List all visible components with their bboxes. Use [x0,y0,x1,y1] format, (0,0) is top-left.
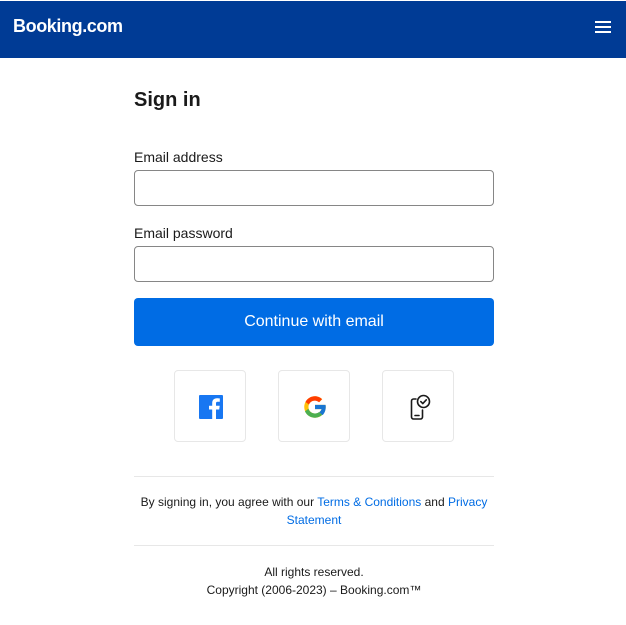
password-field[interactable] [134,246,494,282]
page-title: Sign in [134,89,201,111]
google-icon [304,396,327,418]
rights-text: All rights reserved. [264,565,364,579]
facebook-icon [199,395,223,419]
divider [134,476,494,477]
google-login-button[interactable] [278,370,350,442]
device-login-button[interactable] [382,370,454,442]
email-field[interactable] [134,170,494,206]
phone-check-icon [410,394,431,420]
divider [134,545,494,546]
top-header: Booking.com [0,1,626,58]
booking-logo[interactable]: Booking.com [13,15,123,37]
terms-and: and [421,495,448,509]
terms-prefix: By signing in, you agree with our [140,495,318,509]
facebook-login-button[interactable] [174,370,246,442]
terms-notice: By signing in, you agree with our Terms … [134,493,494,529]
hamburger-menu-icon[interactable] [593,19,613,35]
footer: All rights reserved. Copyright (2006-202… [134,563,494,599]
email-label: Email address [134,149,223,165]
continue-with-email-button[interactable]: Continue with email [134,298,494,346]
social-login-row [174,370,454,442]
password-label: Email password [134,225,233,241]
terms-link[interactable]: Terms & Conditions [317,495,421,509]
copyright-text: Copyright (2006-2023) – Booking.com™ [206,583,422,597]
